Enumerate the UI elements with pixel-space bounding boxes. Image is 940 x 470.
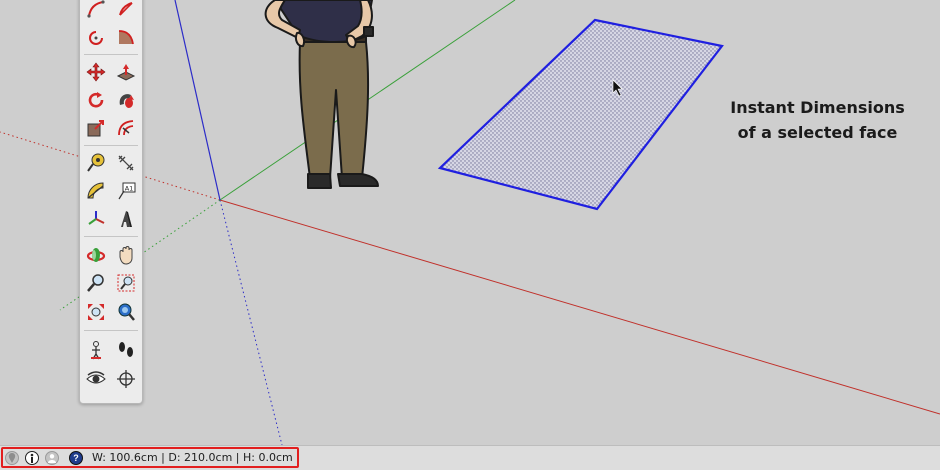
arc-icon [87, 0, 105, 18]
dimension-icon [118, 155, 134, 171]
section-plane-icon [117, 370, 135, 388]
move-tool-button[interactable] [83, 59, 109, 85]
position-camera-tool-button[interactable] [83, 337, 109, 363]
follow-me-icon [119, 94, 134, 108]
push-pull-tool-button[interactable] [113, 59, 139, 85]
red-axis [219, 199, 940, 415]
walk-tool-button[interactable] [113, 337, 139, 363]
toolbar-divider [84, 54, 138, 55]
position-camera-icon [91, 341, 101, 360]
text-tool-button[interactable]: A1 [113, 178, 139, 204]
axes-tool-button[interactable] [83, 206, 109, 232]
toolbar-divider [84, 236, 138, 237]
axes-icon [88, 211, 105, 225]
arc-tool-button[interactable] [83, 0, 109, 22]
tape-measure-tool-button[interactable] [83, 150, 109, 176]
blue-axis [174, 0, 221, 201]
3d-text-icon [121, 211, 132, 227]
zoom-extents-icon [88, 304, 104, 320]
svg-text:A1: A1 [125, 185, 134, 193]
pan-icon [119, 246, 133, 265]
protractor-icon [87, 182, 104, 199]
previous-view-tool-button[interactable] [113, 299, 139, 325]
person-figure[interactable] [264, 0, 379, 189]
pie-tool-button[interactable] [113, 0, 139, 22]
scale-tool-button[interactable] [83, 115, 109, 141]
pan-tool-button[interactable] [113, 242, 139, 268]
toolbar-divider [84, 145, 138, 146]
offset-tool-button[interactable] [113, 115, 139, 141]
3d-text-tool-button[interactable] [113, 206, 139, 232]
walk-icon [119, 342, 133, 357]
instant-dimensions-readout: W: 100.6cm | D: 210.0cm | H: 0.0cm [92, 451, 293, 464]
protractor-tool-button[interactable] [83, 178, 109, 204]
annotation-caption: Instant Dimensions of a selected face [710, 95, 925, 145]
orbit-icon [86, 248, 106, 262]
zoom-tool-button[interactable] [83, 270, 109, 296]
pie-arc-icon [119, 2, 133, 16]
selected-face[interactable] [437, 18, 724, 211]
scale-icon [87, 120, 104, 137]
large-tool-set-toolbar: A1 [79, 0, 143, 404]
look-around-icon [86, 371, 106, 384]
3d-viewport[interactable]: Instant Dimensions of a selected face A1 [0, 0, 940, 445]
rotate-icon [88, 92, 104, 108]
rotate-arc-icon [89, 31, 103, 45]
user-account-icon[interactable] [45, 451, 59, 465]
rotate-tool-button[interactable] [83, 87, 109, 113]
geo-location-icon[interactable] [5, 451, 19, 465]
toolbar-divider [84, 330, 138, 331]
offset-icon [118, 120, 134, 136]
zoom-window-tool-button[interactable] [113, 270, 139, 296]
look-around-tool-button[interactable] [83, 366, 109, 392]
help-question-icon[interactable]: ? [69, 451, 83, 465]
3-point-arc-icon [118, 30, 134, 45]
section-plane-tool-button[interactable] [113, 366, 139, 392]
2-point-arc-button[interactable] [83, 24, 109, 50]
move-icon [86, 62, 106, 82]
zoom-icon [87, 274, 104, 292]
tape-measure-icon [87, 153, 105, 172]
follow-me-tool-button[interactable] [113, 87, 139, 113]
credits-info-icon[interactable] [25, 451, 39, 465]
status-bar: ? W: 100.6cm | D: 210.0cm | H: 0.0cm [0, 445, 940, 470]
text-icon: A1 [118, 182, 136, 200]
previous-view-icon [118, 303, 135, 321]
push-pull-icon [116, 64, 136, 81]
dimension-tool-button[interactable] [113, 150, 139, 176]
zoom-extents-tool-button[interactable] [83, 299, 109, 325]
zoom-window-icon [117, 274, 135, 292]
orbit-tool-button[interactable] [83, 242, 109, 268]
3-point-arc-button[interactable] [113, 24, 139, 50]
blue-axis-negative [219, 199, 283, 445]
annotation-line-2: of a selected face [737, 123, 898, 142]
annotation-line-1: Instant Dimensions [730, 98, 905, 117]
